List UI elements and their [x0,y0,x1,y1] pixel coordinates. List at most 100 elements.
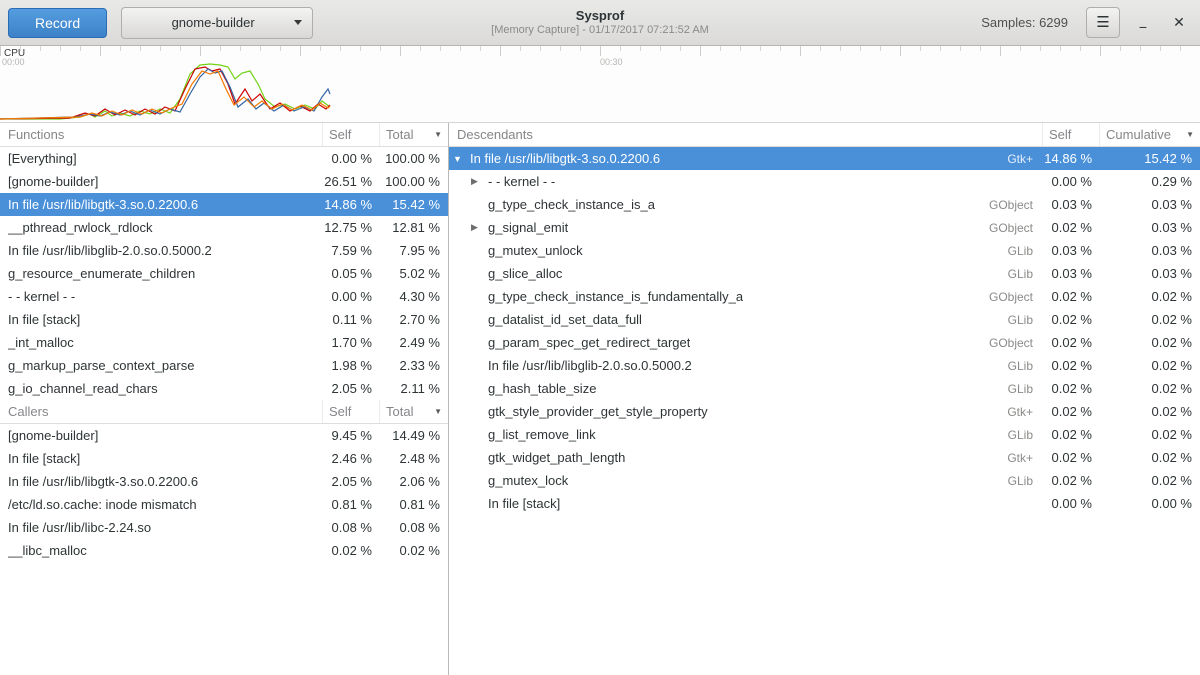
self-value: 1.98 % [323,354,380,377]
table-row[interactable]: g_mutex_lockGLib0.02 %0.02 % [449,469,1200,492]
cumulative-column-header[interactable]: Cumulative ▼ [1100,123,1200,146]
record-button[interactable]: Record [8,8,107,38]
total-value: 0.81 % [380,493,448,516]
table-row[interactable]: In file /usr/lib/libc-2.24.so0.08 %0.08 … [0,516,448,539]
table-row[interactable]: g_markup_parse_context_parse1.98 %2.33 % [0,354,448,377]
self-value: 0.03 % [1043,239,1100,262]
function-name: In file /usr/lib/libglib-2.0.so.0.5000.2 [8,243,212,258]
self-value: 0.02 % [1043,446,1100,469]
functions-table: [Everything]0.00 %100.00 %[gnome-builder… [0,147,448,400]
function-name: __libc_malloc [8,543,87,558]
table-row[interactable]: [gnome-builder]9.45 %14.49 % [0,424,448,447]
expand-arrow-icon[interactable]: ▶ [471,176,488,187]
self-value: 0.00 % [323,285,380,308]
self-column-header[interactable]: Self [323,123,380,146]
total-value: 2.11 % [380,377,448,400]
table-row[interactable]: In file [stack]0.11 %2.70 % [0,308,448,331]
table-row[interactable]: In file /usr/lib/libglib-2.0.so.0.5000.2… [449,354,1200,377]
function-name: g_hash_table_size [488,381,596,396]
collapse-arrow-icon[interactable]: ▼ [453,154,470,164]
total-column-header[interactable]: Total ▼ [380,400,448,423]
descendants-table: ▼In file /usr/lib/libgtk-3.so.0.2200.6Gt… [449,147,1200,515]
process-selector-dropdown[interactable]: gnome-builder [121,7,313,39]
self-value: 0.02 % [1043,331,1100,354]
table-row[interactable]: In file /usr/lib/libglib-2.0.so.0.5000.2… [0,239,448,262]
total-column-label: Total [386,127,413,142]
close-icon: ✕ [1173,14,1185,30]
table-row[interactable]: _int_malloc1.70 %2.49 % [0,331,448,354]
table-row[interactable]: g_mutex_unlockGLib0.03 %0.03 % [449,239,1200,262]
self-value: 0.03 % [1043,262,1100,285]
table-row[interactable]: __libc_malloc0.02 %0.02 % [0,539,448,562]
window-title: Sysprof [Memory Capture] - 01/17/2017 07… [491,8,709,38]
table-row[interactable]: g_list_remove_linkGLib0.02 %0.02 % [449,423,1200,446]
table-row[interactable]: gtk_widget_path_lengthGtk+0.02 %0.02 % [449,446,1200,469]
cpu-orange-line [0,71,330,119]
minimize-icon: − [1139,19,1147,35]
library-tag: Gtk+ [1007,451,1043,465]
function-name: g_type_check_instance_is_fundamentally_a [488,289,743,304]
sort-indicator-icon: ▼ [1186,130,1194,139]
table-row[interactable]: ▶g_signal_emitGObject0.02 %0.03 % [449,216,1200,239]
table-row[interactable]: In file [stack]0.00 %0.00 % [449,492,1200,515]
self-column-header[interactable]: Self [323,400,380,423]
descendants-column-header[interactable]: Descendants [449,123,1043,146]
function-name: __pthread_rwlock_rdlock [8,220,153,235]
total-value: 2.33 % [380,354,448,377]
callers-table: [gnome-builder]9.45 %14.49 %In file [sta… [0,424,448,562]
self-value: 0.05 % [323,262,380,285]
table-row[interactable]: g_slice_allocGLib0.03 %0.03 % [449,262,1200,285]
self-value: 0.02 % [1043,216,1100,239]
table-row[interactable]: [gnome-builder]26.51 %100.00 % [0,170,448,193]
library-tag: GObject [989,336,1043,350]
expand-arrow-icon[interactable]: ▶ [471,222,488,233]
function-name: In file [stack] [8,312,80,327]
table-row[interactable]: g_type_check_instance_is_fundamentally_a… [449,285,1200,308]
cumulative-value: 0.02 % [1100,446,1200,469]
cpu-timeline[interactable]: CPU 00:00 00:30 [0,46,1200,123]
table-row[interactable]: gtk_style_provider_get_style_propertyGtk… [449,400,1200,423]
table-row[interactable]: g_io_channel_read_chars2.05 %2.11 % [0,377,448,400]
table-row[interactable]: ▶- - kernel - -0.00 %0.29 % [449,170,1200,193]
functions-column-header[interactable]: Functions [0,123,323,146]
total-value: 2.49 % [380,331,448,354]
function-name: g_slice_alloc [488,266,562,281]
close-button[interactable]: ✕ [1166,10,1192,36]
table-row[interactable]: g_param_spec_get_redirect_targetGObject0… [449,331,1200,354]
function-name: In file /usr/lib/libglib-2.0.so.0.5000.2 [488,358,692,373]
cumulative-value: 0.03 % [1100,262,1200,285]
library-tag: Gtk+ [1007,405,1043,419]
cumulative-value: 0.02 % [1100,308,1200,331]
total-value: 2.48 % [380,447,448,470]
cpu-graph [0,59,1200,121]
self-value: 0.02 % [1043,377,1100,400]
self-value: 0.02 % [1043,400,1100,423]
self-value: 0.02 % [1043,285,1100,308]
total-column-header[interactable]: Total ▼ [380,123,448,146]
self-column-header[interactable]: Self [1043,123,1100,146]
table-row[interactable]: __pthread_rwlock_rdlock12.75 %12.81 % [0,216,448,239]
table-row[interactable]: In file [stack]2.46 %2.48 % [0,447,448,470]
table-row[interactable]: In file /usr/lib/libgtk-3.so.0.2200.614.… [0,193,448,216]
table-row[interactable]: g_hash_table_sizeGLib0.02 %0.02 % [449,377,1200,400]
table-row[interactable]: g_type_check_instance_is_aGObject0.03 %0… [449,193,1200,216]
left-pane: Functions Self Total ▼ [Everything]0.00 … [0,123,449,675]
table-row[interactable]: g_datalist_id_set_data_fullGLib0.02 %0.0… [449,308,1200,331]
self-value: 2.46 % [323,447,380,470]
table-row[interactable]: [Everything]0.00 %100.00 % [0,147,448,170]
table-row[interactable]: In file /usr/lib/libgtk-3.so.0.2200.62.0… [0,470,448,493]
table-row[interactable]: - - kernel - -0.00 %4.30 % [0,285,448,308]
cumulative-value: 0.03 % [1100,216,1200,239]
table-row[interactable]: ▼In file /usr/lib/libgtk-3.so.0.2200.6Gt… [449,147,1200,170]
function-name: g_list_remove_link [488,427,596,442]
library-tag: GLib [1008,313,1043,327]
capture-subtitle: [Memory Capture] - 01/17/2017 07:21:52 A… [491,24,709,38]
self-value: 0.00 % [1043,170,1100,193]
self-value: 0.00 % [1043,492,1100,515]
callers-column-header[interactable]: Callers [0,400,323,423]
cumulative-column-label: Cumulative [1106,127,1171,142]
table-row[interactable]: /etc/ld.so.cache: inode mismatch0.81 %0.… [0,493,448,516]
table-row[interactable]: g_resource_enumerate_children0.05 %5.02 … [0,262,448,285]
minimize-button[interactable]: − [1130,10,1156,36]
menu-button[interactable]: ☰ [1086,7,1120,38]
